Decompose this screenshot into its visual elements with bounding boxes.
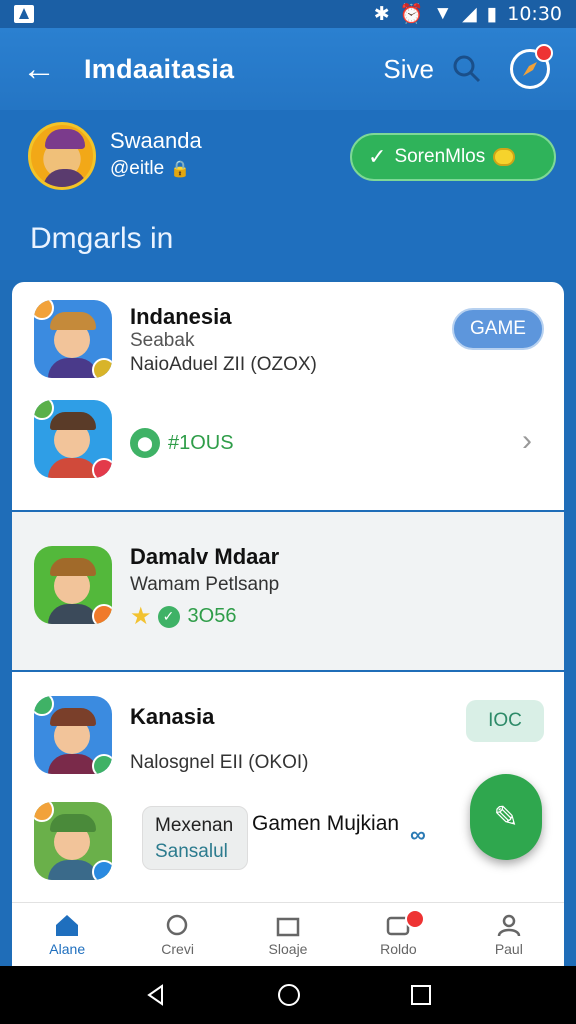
badge-icon [92, 754, 112, 774]
price-tag: ⬤ #1OUS [130, 428, 234, 458]
rocket-icon [523, 62, 537, 76]
nav-label: Alane [49, 940, 86, 957]
compose-fab[interactable]: ✎ [470, 774, 542, 860]
game-title[interactable]: Indanesia [130, 304, 231, 330]
game-card[interactable]: Damalv Mdaar Wamam Petlsanp ★ ✓ 3O56 [12, 512, 564, 670]
badge-icon [34, 802, 54, 822]
battery-icon: ▮ [486, 3, 498, 25]
game-icon[interactable] [34, 802, 112, 880]
badge-icon [92, 358, 112, 378]
category-chip[interactable]: Mexenan Sansalul [142, 806, 248, 870]
game-tag-button[interactable]: IOC [466, 700, 544, 742]
bluetooth-icon: ✱ [373, 3, 390, 25]
back-icon[interactable] [144, 983, 168, 1007]
verify-button[interactable]: ✓ SorenMlos [350, 133, 556, 181]
app-notification-icon [14, 5, 34, 23]
chip-line-1: Mexenan [155, 815, 234, 836]
section-title: Dmgarls in [30, 222, 174, 255]
game-icon[interactable] [34, 546, 112, 624]
infinity-icon: ∞ [410, 822, 426, 847]
game-icon[interactable] [34, 300, 112, 378]
rating-row: ★ ✓ 3O56 [130, 602, 236, 631]
game-tag-button[interactable]: GAME [452, 308, 544, 350]
home-icon [56, 914, 79, 936]
game-title[interactable]: Gamen Mujkian [252, 812, 399, 836]
lock-icon: 🔒 [170, 161, 191, 178]
alarm-icon: ⏰ [399, 4, 424, 25]
coin-icon [493, 148, 516, 166]
check-icon: ✓ [157, 605, 180, 628]
game-detail: Nalosgnel EII (OKOI) [130, 752, 309, 773]
badge-icon [92, 860, 112, 880]
nav-label: Roldo [380, 940, 417, 957]
profile-name: Swaanda [110, 128, 202, 153]
notifications-button[interactable] [510, 44, 553, 89]
nav-item-profile[interactable]: Paul [454, 903, 564, 966]
profile-handle-text: @eitle [110, 158, 165, 179]
wifi-icon: ▼ [433, 3, 453, 24]
store-icon [276, 917, 300, 936]
signal-icon: ◢ [462, 3, 477, 25]
notification-dot [535, 44, 553, 62]
badge-icon [34, 300, 54, 320]
save-button[interactable]: Sive [383, 54, 434, 85]
game-subtitle: Wamam Petlsanp [130, 574, 280, 595]
game-card: Indanesia Seabak NaioAduel ZII (OZOX) GA… [12, 282, 564, 510]
clock: 10:30 [507, 3, 562, 25]
edit-icon: ✎ [493, 800, 519, 834]
home-circle-icon[interactable] [276, 982, 302, 1008]
badge-icon [92, 604, 112, 624]
back-arrow-icon[interactable]: ← [22, 52, 66, 86]
chevron-right-icon[interactable]: › [522, 424, 532, 458]
nav-item-chat[interactable]: Crevi [122, 903, 232, 966]
badge-icon [34, 400, 54, 420]
bottom-nav: Alane Crevi Sloaje Roldo Paul [12, 902, 564, 966]
game-title[interactable]: Damalv Mdaar [130, 544, 279, 570]
chat-icon [166, 914, 187, 935]
star-icon: ★ [130, 603, 152, 630]
avatar[interactable] [28, 122, 96, 190]
game-detail: NaioAduel ZII (OZOX) [130, 354, 317, 375]
game-icon[interactable] [34, 400, 112, 478]
check-icon: ✓ [368, 144, 387, 169]
app-bar: ← Imdaaitasia Sive [0, 28, 576, 110]
person-icon [497, 914, 521, 936]
verify-button-label: SorenMlos [394, 146, 486, 167]
chip-line-2: Sansalul [155, 841, 228, 862]
nav-item-store[interactable]: Sloaje [233, 903, 343, 966]
nav-label: Sloaje [268, 940, 308, 957]
price-value: 3O56 [187, 605, 237, 627]
game-title[interactable]: Kanasia [130, 704, 214, 730]
profile-handle: @eitle 🔒 [110, 158, 190, 180]
badge-icon [34, 696, 54, 716]
game-icon[interactable] [34, 696, 112, 774]
badge-icon [92, 458, 112, 478]
profile-header: Swaanda @eitle 🔒 ✓ SorenMlos Dmgarls in [0, 110, 576, 280]
system-nav-bar [0, 966, 576, 1024]
nav-item-home[interactable]: Alane [12, 903, 122, 966]
nav-label: Crevi [161, 940, 194, 957]
game-subtitle: Seabak [130, 330, 195, 351]
price-value: #1OUS [168, 431, 234, 454]
search-icon[interactable] [452, 54, 482, 84]
coin-icon: ⬤ [130, 428, 160, 458]
notification-dot [405, 909, 426, 929]
nav-item-inbox[interactable]: Roldo [343, 903, 453, 966]
recents-icon[interactable] [410, 984, 432, 1006]
page-title: Imdaaitasia [84, 53, 235, 84]
nav-label: Paul [494, 940, 523, 957]
status-bar: ✱ ⏰ ▼ ◢ ▮ 10:30 [0, 0, 576, 28]
